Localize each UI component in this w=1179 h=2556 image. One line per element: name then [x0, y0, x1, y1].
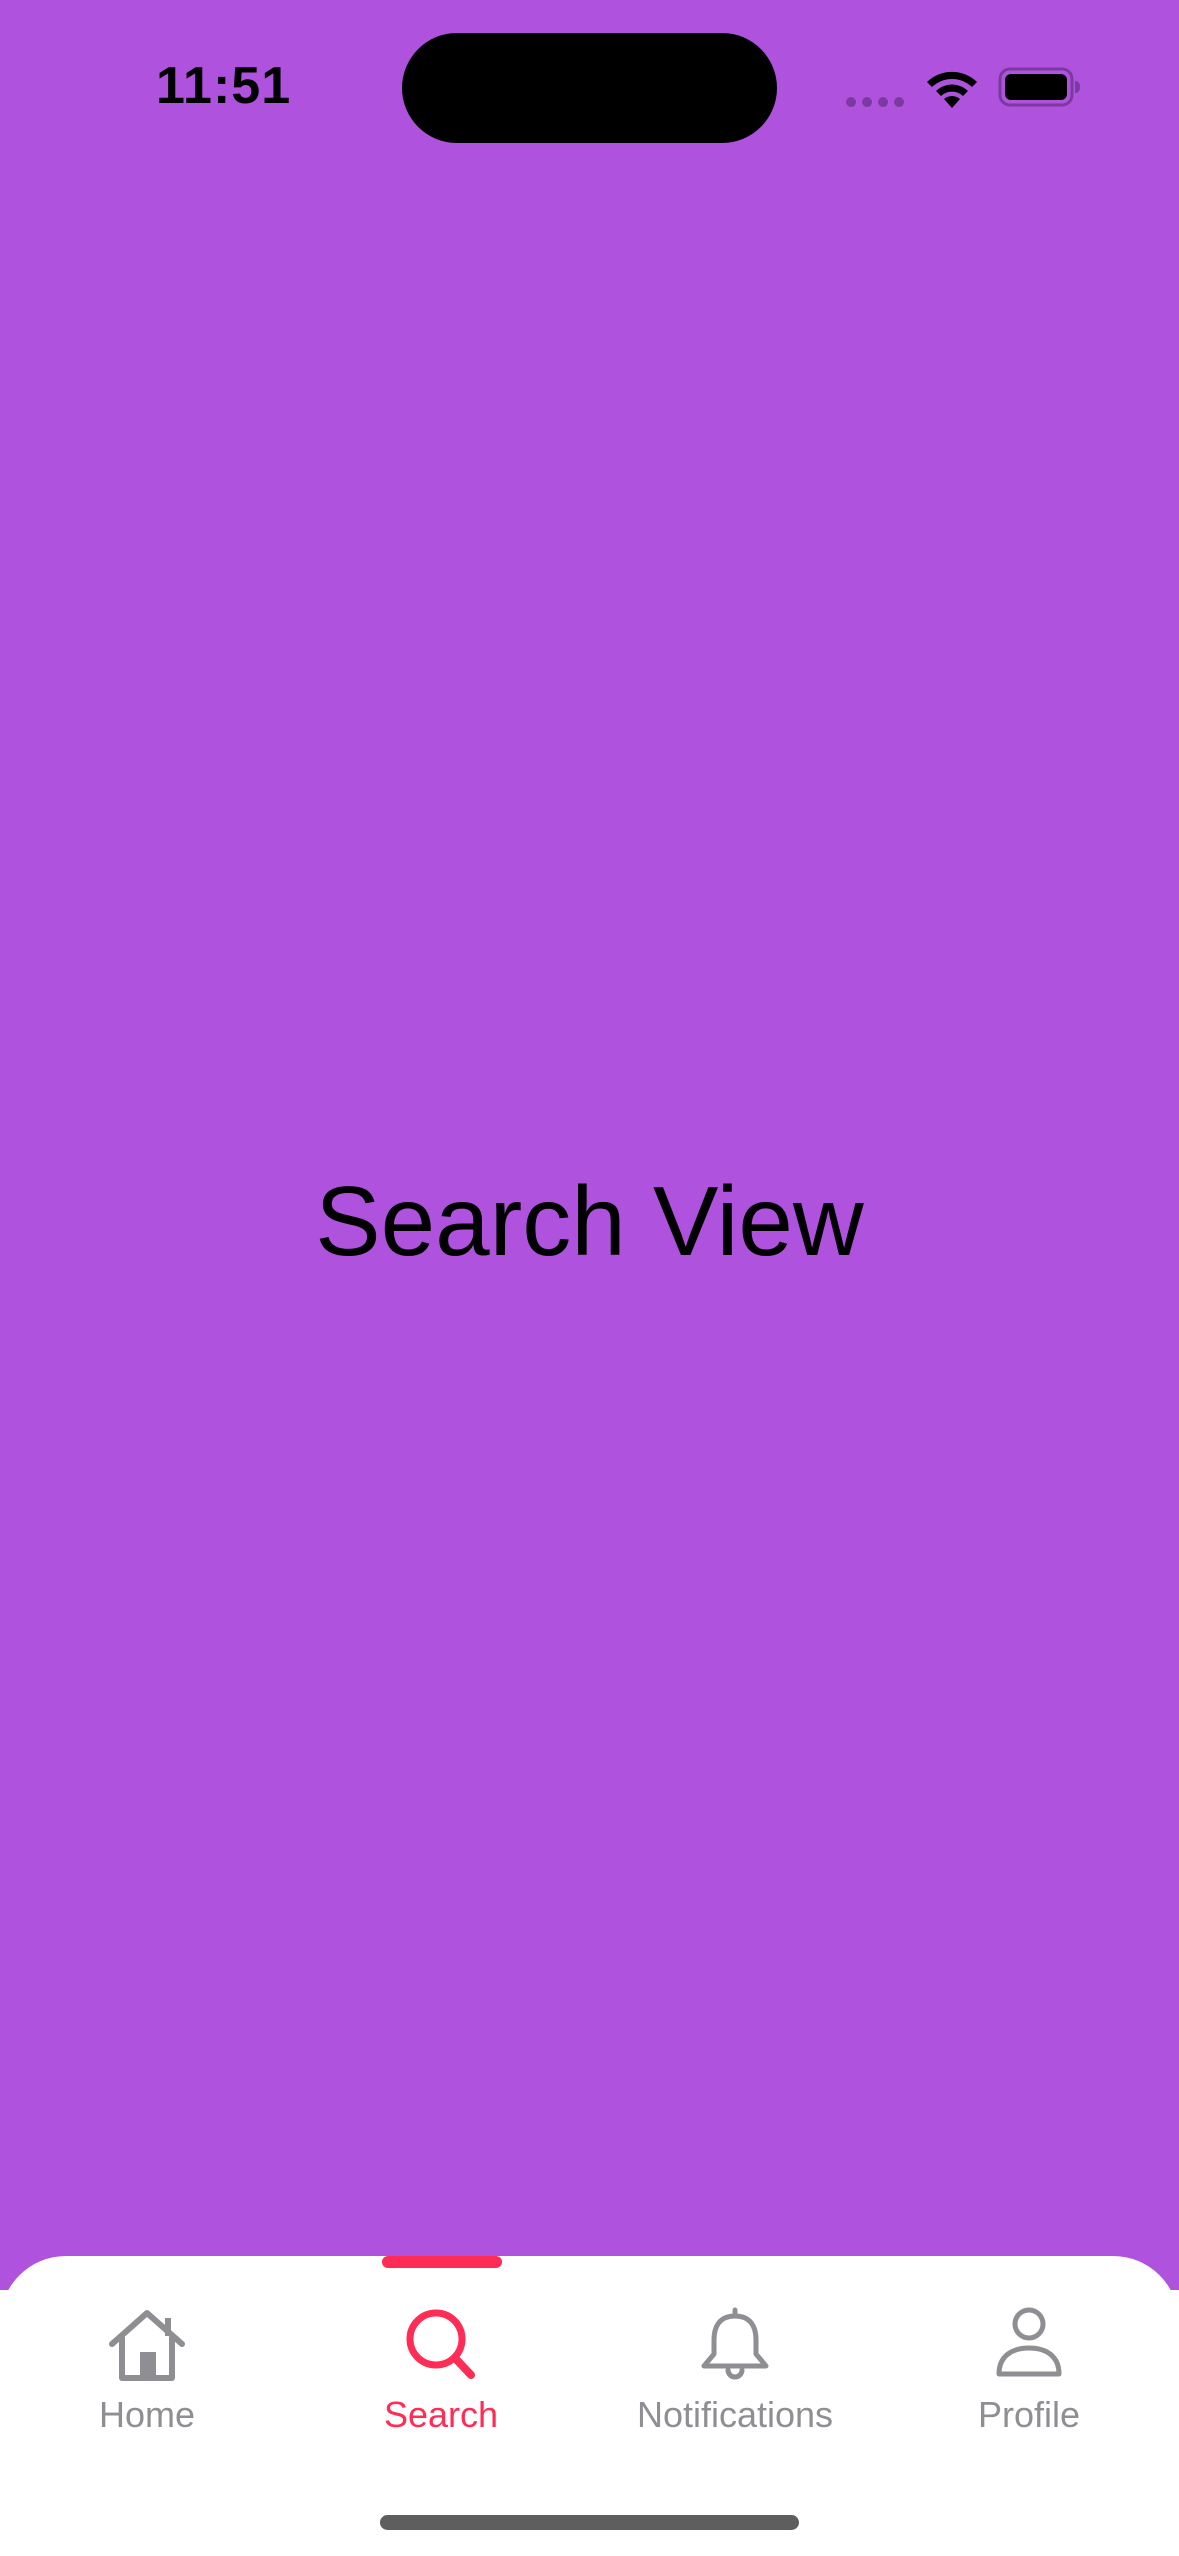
- dynamic-island: [402, 33, 777, 143]
- app-screen: 11:51 Search View Home Search Notificati…: [0, 0, 1179, 2556]
- tab-profile-label: Profile: [977, 2394, 1081, 2435]
- person-icon: [996, 2307, 1062, 2377]
- bell-icon: [701, 2307, 769, 2380]
- wifi-icon: [927, 71, 977, 108]
- magnifying-glass-icon: [406, 2309, 475, 2379]
- tab-search-label: Search: [383, 2394, 499, 2435]
- page-title: Search View: [315, 1166, 864, 1276]
- tab-notifications-label: Notifications: [636, 2394, 834, 2435]
- tab-notifications[interactable]: Notifications: [588, 2300, 882, 2440]
- battery-icon: [998, 67, 1080, 107]
- tab-home-label: Home: [98, 2394, 196, 2435]
- active-tab-indicator: [382, 2256, 502, 2268]
- tab-search[interactable]: Search: [294, 2300, 588, 2440]
- home-indicator[interactable]: [380, 2515, 799, 2530]
- status-bar-time: 11:51: [156, 57, 292, 115]
- search-view-background: [0, 0, 1179, 2290]
- tab-home[interactable]: Home: [0, 2300, 294, 2440]
- tab-profile[interactable]: Profile: [882, 2300, 1176, 2440]
- house-icon: [109, 2310, 185, 2381]
- cellular-signal-icon: [846, 97, 904, 107]
